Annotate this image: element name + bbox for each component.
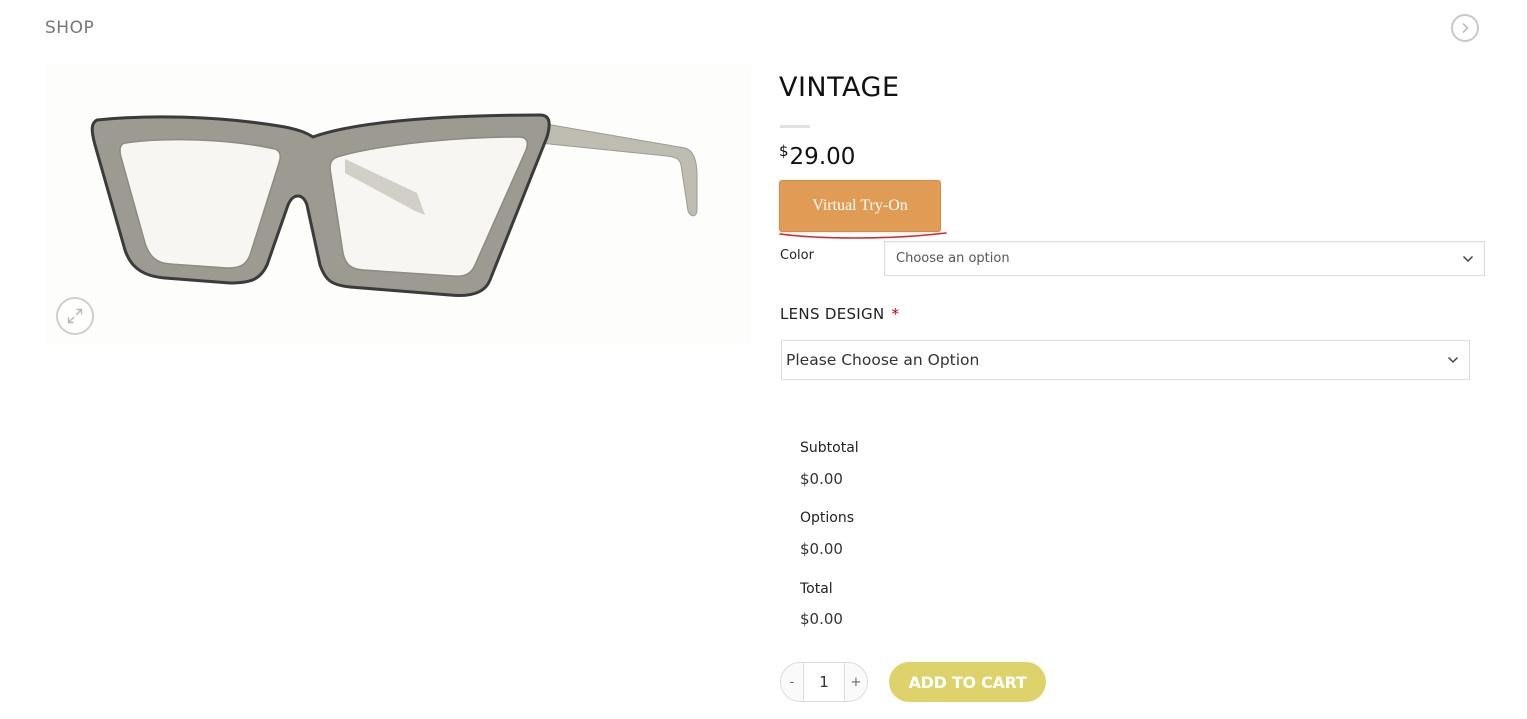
red-underline-annotation	[779, 232, 947, 239]
total-label: Total	[800, 581, 833, 597]
breadcrumb-shop-link[interactable]: SHOP	[45, 18, 94, 38]
product-page: SHOP VINTAGE $29.00 Virtual Try-On Color…	[0, 0, 1527, 719]
title-divider	[780, 125, 810, 128]
virtual-try-on-button[interactable]: Virtual Try-On	[779, 180, 941, 232]
chevron-down-icon	[1447, 356, 1459, 364]
lens-design-label: LENS DESIGN *	[780, 305, 899, 323]
options-value: $0.00	[800, 540, 843, 558]
options-label: Options	[800, 510, 855, 526]
expand-icon	[67, 308, 83, 324]
color-select-value: Choose an option	[896, 251, 1010, 266]
subtotal-label: Subtotal	[800, 440, 859, 456]
total-value: $0.00	[800, 610, 843, 628]
product-title: VINTAGE	[779, 72, 900, 103]
lens-design-label-text: LENS DESIGN	[780, 305, 885, 323]
subtotal-value: $0.00	[800, 470, 843, 488]
product-image[interactable]	[45, 65, 751, 345]
product-price: $29.00	[779, 142, 855, 170]
next-product-button[interactable]	[1451, 14, 1479, 42]
zoom-image-button[interactable]	[56, 297, 94, 335]
color-select[interactable]: Choose an option	[884, 241, 1485, 276]
price-amount: 29.00	[789, 144, 856, 170]
lens-design-select-value: Please Choose an Option	[786, 351, 980, 369]
required-asterisk: *	[891, 305, 900, 323]
chevron-down-icon	[1462, 255, 1474, 262]
quantity-input[interactable]: 1	[803, 663, 845, 701]
add-to-cart-button[interactable]: ADD TO CART	[889, 662, 1046, 702]
quantity-increase-button[interactable]: +	[845, 663, 867, 701]
quantity-stepper: - 1 +	[780, 662, 868, 702]
color-label: Color	[780, 248, 814, 263]
eyeglasses-image	[90, 113, 698, 297]
chevron-right-icon	[1462, 23, 1469, 33]
quantity-decrease-button[interactable]: -	[781, 663, 803, 701]
price-currency: $	[779, 142, 789, 160]
lens-design-select[interactable]: Please Choose an Option	[781, 340, 1470, 380]
